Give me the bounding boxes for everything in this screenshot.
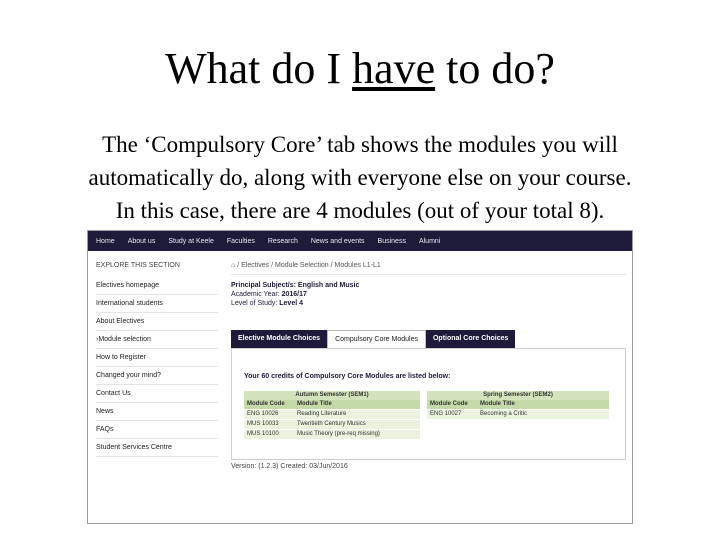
autumn-col-title: Module Title (294, 400, 420, 410)
top-nav: Home About us Study at Keele Faculties R… (88, 231, 632, 251)
sidebar-item-student-services-centre[interactable]: Student Services Centre (96, 439, 218, 457)
compulsory-core-panel: Your 60 credits of Compulsory Core Modul… (231, 348, 626, 460)
sidebar-item-how-to-register[interactable]: How to Register (96, 349, 218, 367)
sidebar-item-faqs[interactable]: FAQs (96, 421, 218, 439)
sidebar-item-news[interactable]: News (96, 403, 218, 421)
spring-semester-title: Spring Semester (SEM2) (427, 391, 609, 400)
nav-news-and-events[interactable]: News and events (311, 238, 365, 245)
year-value: 2016/17 (281, 291, 307, 298)
nav-home[interactable]: Home (96, 238, 115, 245)
slide-title-end: to do? (435, 44, 555, 93)
year-label: Academic Year: (231, 291, 280, 298)
slide-body-line-2: automatically do, along with everyone el… (88, 165, 632, 190)
level-label: Level of Study: (231, 300, 278, 307)
subjects-label: Principal Subject/s: (231, 282, 296, 289)
module-title: Twentieth Century Musics (294, 419, 420, 430)
sidebar-item-international-students[interactable]: International students (96, 295, 218, 313)
table-row: ENG 10026 Reading Literature (244, 409, 420, 420)
sidebar: EXPLORE THIS SECTION Electives homepage … (96, 259, 218, 457)
module-code: ENG 10026 (244, 409, 294, 420)
autumn-semester-title: Autumn Semester (SEM1) (244, 391, 420, 400)
main-content: ⌂ / Electives / Module Selection / Module… (231, 259, 626, 470)
nav-study-at-keele[interactable]: Study at Keele (168, 238, 214, 245)
spring-col-code: Module Code (427, 400, 477, 410)
sidebar-item-about-electives[interactable]: About Electives (96, 313, 218, 331)
table-row: MUS 10100 Music Theory (pre-req missing) (244, 429, 420, 439)
nav-about-us[interactable]: About us (128, 238, 156, 245)
sidebar-heading: EXPLORE THIS SECTION (96, 262, 180, 269)
tab-optional-core-choices[interactable]: Optional Core Choices (425, 330, 516, 348)
nav-research[interactable]: Research (268, 238, 298, 245)
autumn-semester-table: Autumn Semester (SEM1) Module Code Modul… (244, 391, 420, 439)
spring-col-title: Module Title (477, 400, 609, 410)
nav-business[interactable]: Business (378, 238, 406, 245)
student-info: Principal Subject/s: English and Music A… (231, 281, 626, 308)
module-title: Music Theory (pre-req missing) (294, 429, 420, 439)
tab-compulsory-core-modules[interactable]: Compulsory Core Modules (327, 330, 426, 348)
module-tabs: Elective Module Choices Compulsory Core … (231, 330, 516, 348)
website-screenshot: Home About us Study at Keele Faculties R… (87, 230, 633, 524)
subjects-value: English and Music (297, 282, 360, 289)
module-title: Becoming a Critic (477, 409, 609, 419)
sidebar-item-module-selection[interactable]: ›Module selection (96, 331, 218, 349)
module-code: ENG 10027 (427, 409, 477, 419)
spring-semester-table: Spring Semester (SEM2) Module Code Modul… (427, 391, 609, 419)
breadcrumb-path[interactable]: / Electives / Module Selection / Modules… (237, 262, 381, 269)
version-info: Version: (1.2.3) Created: 03/Jun/2016 (231, 463, 348, 470)
tab-elective-module-choices[interactable]: Elective Module Choices (231, 330, 328, 348)
slide-title: What do I have to do? (0, 42, 720, 96)
slide-body-line-1: The ‘Compulsory Core’ tab shows the modu… (102, 132, 618, 157)
module-title: Reading Literature (294, 409, 420, 420)
nav-alumni[interactable]: Alumni (419, 238, 440, 245)
table-row: ENG 10027 Becoming a Critic (427, 409, 609, 419)
slide-title-underlined: have (352, 44, 436, 93)
slide-title-start: What do I (165, 44, 353, 93)
module-code: MUS 10100 (244, 429, 294, 439)
home-icon[interactable]: ⌂ (231, 262, 235, 269)
breadcrumb: ⌂ / Electives / Module Selection / Module… (231, 259, 626, 275)
sidebar-item-changed-your-mind[interactable]: Changed your mind? (96, 367, 218, 385)
table-row: MUS 10033 Twentieth Century Musics (244, 419, 420, 430)
sidebar-item-electives-homepage[interactable]: Electives homepage (96, 277, 218, 295)
module-code: MUS 10033 (244, 419, 294, 430)
autumn-col-code: Module Code (244, 400, 294, 410)
slide-body-line-3: In this case, there are 4 modules (out o… (115, 198, 605, 223)
level-value: Level 4 (279, 300, 304, 307)
credits-intro: Your 60 credits of Compulsory Core Modul… (244, 373, 451, 380)
sidebar-item-contact-us[interactable]: Contact Us (96, 385, 218, 403)
nav-faculties[interactable]: Faculties (227, 238, 255, 245)
